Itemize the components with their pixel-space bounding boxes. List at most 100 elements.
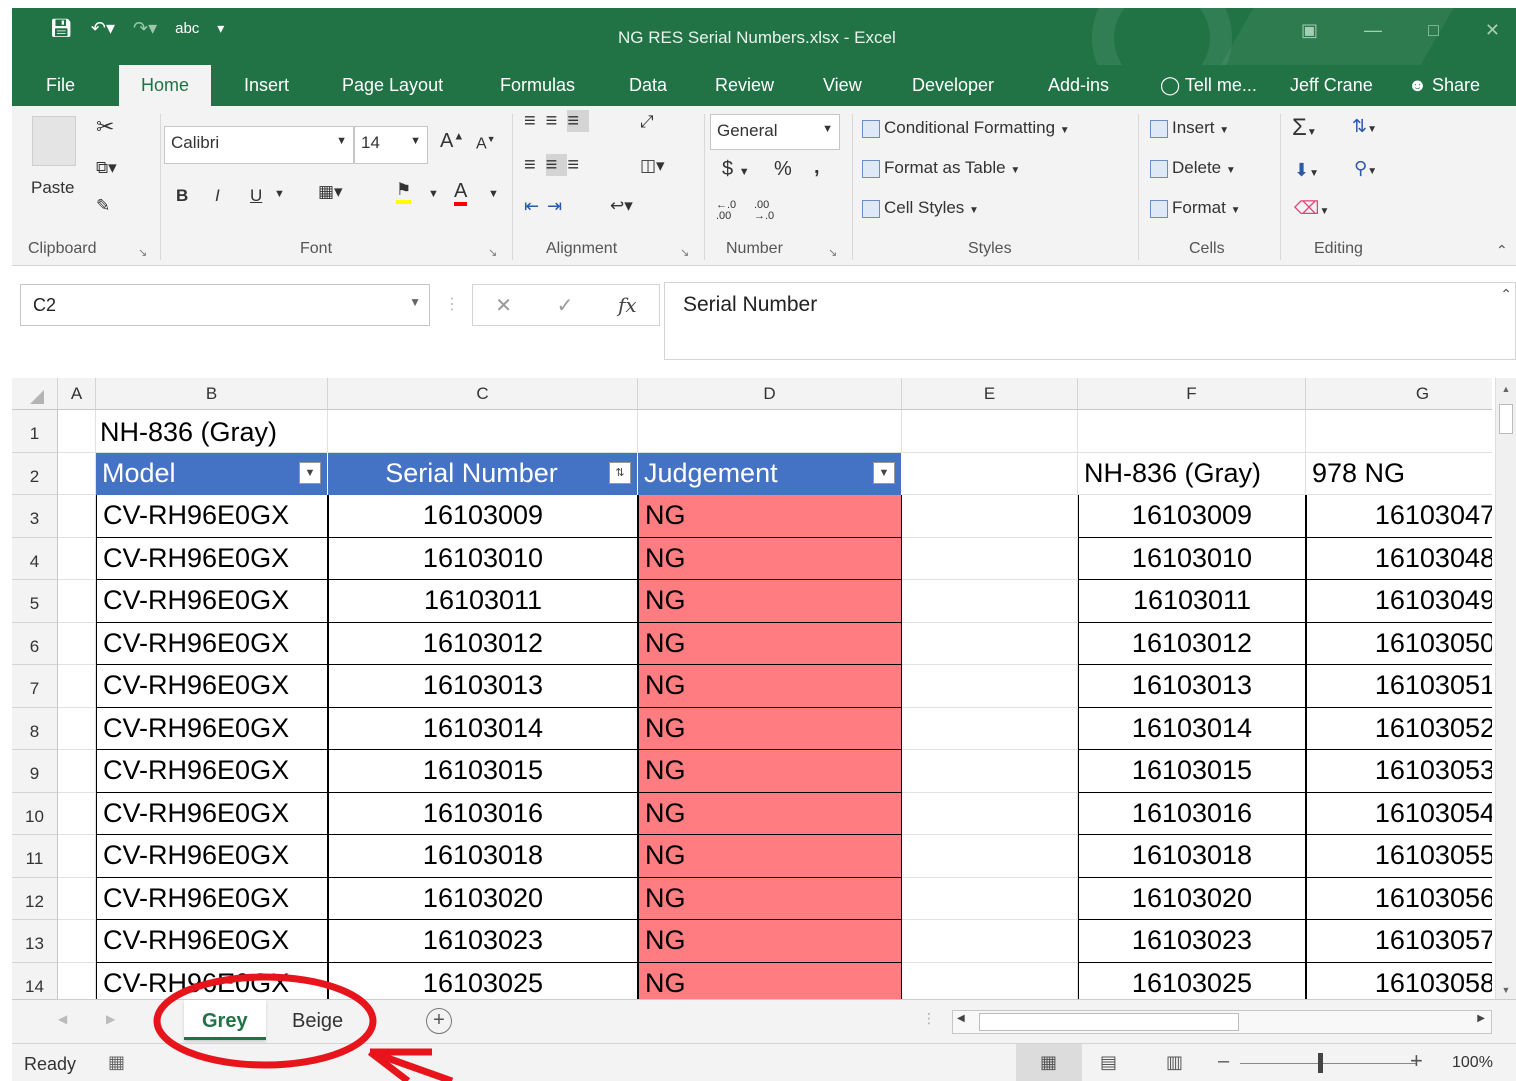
g-serial-cell[interactable]: 16103048: [1306, 537, 1492, 580]
model-cell[interactable]: CV-RH96E0GX: [96, 792, 328, 835]
g-serial-cell[interactable]: 16103050: [1306, 622, 1492, 665]
zoom-level[interactable]: 100%: [1452, 1054, 1493, 1072]
model-cell[interactable]: CV-RH96E0GX: [96, 920, 328, 963]
f-serial-cell[interactable]: 16103010: [1078, 537, 1306, 580]
font-size-select[interactable]: 14 ▼: [354, 126, 428, 164]
cancel-icon[interactable]: ✕: [495, 293, 512, 318]
cell-styles-button[interactable]: Cell Styles ▼: [862, 198, 979, 218]
zoom-slider-thumb[interactable]: [1318, 1053, 1323, 1073]
judgement-cell[interactable]: NG: [638, 495, 902, 538]
table-header-model[interactable]: Model ▼: [96, 452, 328, 495]
scroll-left-icon[interactable]: ◀: [957, 1013, 965, 1024]
row-header[interactable]: 2: [12, 452, 58, 495]
tab-add-ins[interactable]: Add-ins: [1048, 75, 1109, 96]
chevron-down-icon[interactable]: ▼: [428, 188, 439, 200]
page-layout-view-icon[interactable]: ▤: [1100, 1052, 1117, 1073]
sheet-tab-grey[interactable]: Grey: [184, 1000, 266, 1040]
serial-number-cell[interactable]: 16103023: [328, 920, 638, 963]
clear-icon[interactable]: ⌫▼: [1294, 198, 1329, 219]
expand-formula-bar-icon[interactable]: ⌃: [1500, 286, 1512, 303]
row-header[interactable]: 8: [12, 707, 58, 750]
spelling-button[interactable]: abc: [175, 20, 199, 37]
tab-data[interactable]: Data: [629, 75, 667, 96]
decrease-decimal-button[interactable]: .00 →.0: [754, 200, 786, 222]
serial-number-cell[interactable]: 16103010: [328, 537, 638, 580]
scroll-up-icon[interactable]: ▲: [1496, 384, 1516, 394]
g-serial-cell[interactable]: 16103056: [1306, 877, 1492, 920]
shrink-font-button[interactable]: A▼: [476, 134, 496, 153]
f-serial-cell[interactable]: 16103009: [1078, 495, 1306, 538]
judgement-cell[interactable]: NG: [638, 835, 902, 878]
row-header[interactable]: 4: [12, 537, 58, 580]
borders-icon[interactable]: ▦▾: [318, 182, 343, 202]
f-header-cell[interactable]: NH-836 (Gray): [1084, 453, 1306, 493]
table-header-judgement[interactable]: Judgement ▼: [638, 452, 902, 495]
ribbon-display-icon[interactable]: ▣: [1301, 20, 1318, 41]
number-format-select[interactable]: General ▼: [710, 114, 840, 150]
g-serial-cell[interactable]: 16103057: [1306, 920, 1492, 963]
font-color-button[interactable]: A: [454, 180, 468, 206]
filter-dropdown-icon[interactable]: ▼: [873, 461, 895, 484]
clipboard-launcher-icon[interactable]: ↘: [138, 246, 147, 259]
paste-icon[interactable]: [32, 116, 76, 166]
table-header-serial-number[interactable]: Serial Number ⇅: [328, 452, 638, 495]
serial-number-cell[interactable]: 16103012: [328, 622, 638, 665]
row-header[interactable]: 3: [12, 495, 58, 538]
serial-number-cell[interactable]: 16103014: [328, 707, 638, 750]
indent-icons[interactable]: ⇤⇥: [524, 196, 570, 217]
tab-split-grip-icon[interactable]: ⋮: [922, 1010, 936, 1027]
row-header[interactable]: 7: [12, 665, 58, 708]
row-header[interactable]: 13: [12, 920, 58, 963]
vertical-scrollbar[interactable]: ▲ ▼: [1495, 378, 1516, 999]
column-header-e[interactable]: E: [902, 378, 1078, 410]
orientation-icon[interactable]: ⤢: [640, 112, 654, 132]
g-serial-cell[interactable]: 16103051: [1306, 665, 1492, 708]
model-cell[interactable]: CV-RH96E0GX: [96, 495, 328, 538]
judgement-cell[interactable]: NG: [638, 707, 902, 750]
model-cell[interactable]: CV-RH96E0GX: [96, 665, 328, 708]
f-serial-cell[interactable]: 16103013: [1078, 665, 1306, 708]
percent-button[interactable]: %: [774, 158, 792, 181]
row-header[interactable]: 6: [12, 622, 58, 665]
scroll-down-icon[interactable]: ▼: [1496, 985, 1516, 995]
tab-file[interactable]: File: [46, 75, 75, 96]
zoom-out-icon[interactable]: –: [1218, 1050, 1229, 1073]
tab-home[interactable]: Home: [119, 65, 212, 106]
tab-page-layout[interactable]: Page Layout: [342, 75, 443, 96]
wrap-text-icon[interactable]: ↩▾: [610, 196, 633, 216]
serial-number-cell[interactable]: 16103011: [328, 580, 638, 623]
tab-view[interactable]: View: [823, 75, 862, 96]
g-serial-cell[interactable]: 16103049: [1306, 580, 1492, 623]
serial-number-cell[interactable]: 16103015: [328, 750, 638, 793]
new-sheet-icon[interactable]: +: [426, 1008, 452, 1034]
column-header-a[interactable]: A: [58, 378, 96, 410]
zoom-in-icon[interactable]: +: [1410, 1048, 1423, 1074]
sheet-title-cell[interactable]: NH-836 (Gray): [100, 412, 500, 452]
f-serial-cell[interactable]: 16103018: [1078, 835, 1306, 878]
italic-button[interactable]: I: [215, 186, 220, 206]
macro-record-icon[interactable]: ▦: [108, 1052, 125, 1073]
scroll-tabs-left-icon[interactable]: ◀: [58, 1012, 67, 1026]
collapse-ribbon-icon[interactable]: ⌃: [1496, 242, 1508, 259]
tell-me-box[interactable]: ◯ Tell me...: [1160, 75, 1257, 96]
f-serial-cell[interactable]: 16103014: [1078, 707, 1306, 750]
column-header-g[interactable]: G: [1306, 378, 1492, 410]
serial-number-cell[interactable]: 16103018: [328, 835, 638, 878]
comma-button[interactable]: ,: [814, 156, 820, 179]
model-cell[interactable]: CV-RH96E0GX: [96, 877, 328, 920]
number-launcher-icon[interactable]: ↘: [828, 246, 837, 259]
column-header-f[interactable]: F: [1078, 378, 1306, 410]
model-cell[interactable]: CV-RH96E0GX: [96, 580, 328, 623]
insert-function-button[interactable]: fx: [618, 293, 637, 317]
filter-dropdown-icon[interactable]: ⇅: [609, 461, 631, 484]
select-all-corner[interactable]: [12, 378, 58, 410]
row-header[interactable]: 1: [12, 410, 58, 453]
paste-button[interactable]: Paste: [31, 178, 74, 198]
judgement-cell[interactable]: NG: [638, 877, 902, 920]
worksheet-grid[interactable]: A B C D E F G 1 2 3 4 5 6 7 8 9 10 11 12 13 14 NH-836 …: [12, 378, 1492, 999]
chevron-down-icon[interactable]: ▼: [274, 188, 285, 200]
maximize-icon[interactable]: □: [1428, 20, 1439, 41]
judgement-cell[interactable]: NG: [638, 665, 902, 708]
bold-button[interactable]: B: [176, 186, 188, 206]
conditional-formatting-button[interactable]: Conditional Formatting ▼: [862, 118, 1070, 138]
